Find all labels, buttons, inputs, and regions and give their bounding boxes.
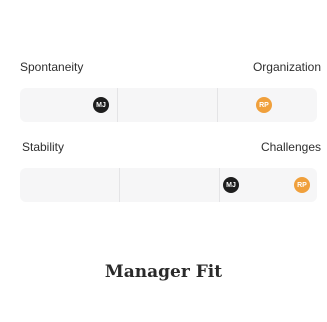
track-divider [117,88,118,122]
avatar-badge-rp: RP [294,177,310,193]
avatar-badge-rp: RP [256,97,272,113]
slider-track-spontaneity-organization: MJ RP [20,88,317,122]
track-divider [217,88,218,122]
avatar-badge-mj: MJ [93,97,109,113]
slider-labels-spontaneity-organization: Spontaneity Organization [20,60,321,74]
avatar-badge-mj: MJ [223,177,239,193]
slider-track-stability-challenges: MJ RP [20,168,317,202]
slider-labels-stability-challenges: Stability Challenges [22,140,321,154]
left-label: Stability [22,140,65,154]
track-divider [119,168,120,202]
left-label: Spontaneity [20,60,84,74]
right-label: Challenges [260,140,321,154]
right-label: Organization [252,60,321,74]
track-divider [219,168,220,202]
section-title: Manager Fit [104,262,223,282]
